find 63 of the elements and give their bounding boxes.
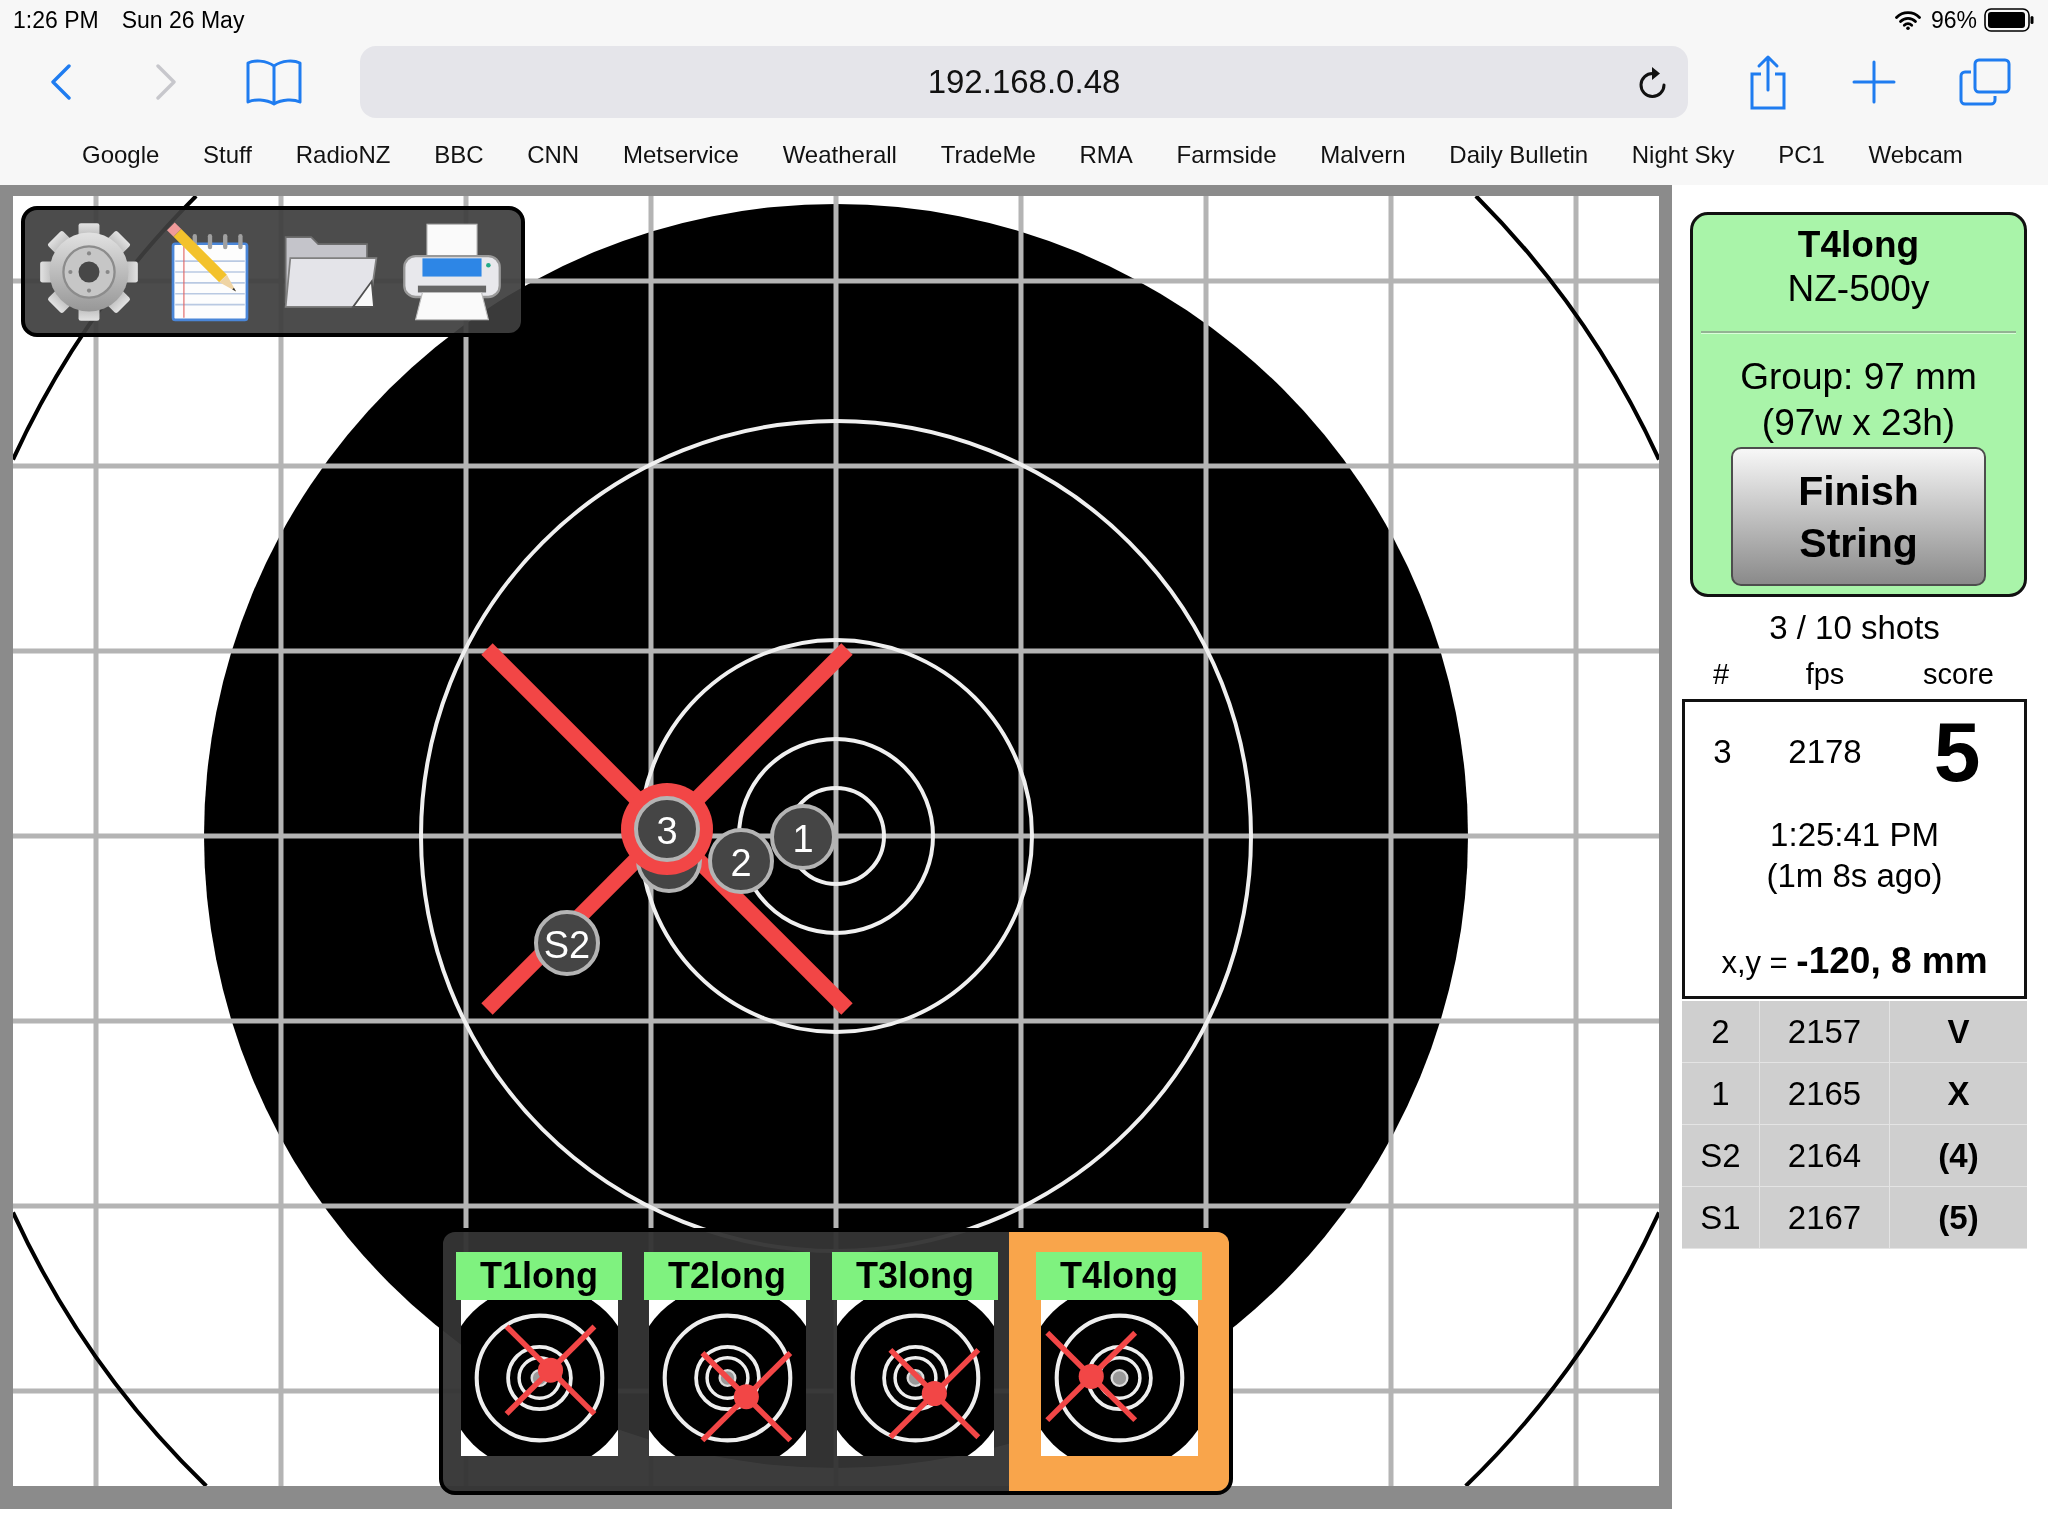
target-tab[interactable]: T4long	[1009, 1232, 1229, 1491]
printer-icon[interactable]	[402, 221, 502, 322]
book-icon[interactable]	[246, 58, 302, 106]
shot-score: 5	[1932, 707, 1982, 797]
bookmark-link[interactable]: RadioNZ	[295, 140, 391, 169]
shot-marker: 3	[621, 783, 713, 875]
gear-icon[interactable]	[39, 221, 139, 322]
shot-number: 3	[1712, 733, 1733, 771]
shot-fps: 2178	[1787, 733, 1863, 771]
target-tab[interactable]: T2long	[633, 1232, 821, 1491]
shot-position: x,y = -120, 8 mm	[1721, 939, 1988, 983]
table-cell: 1	[1682, 1063, 1760, 1124]
column-header: fps	[1804, 657, 1846, 692]
bookmark-link[interactable]: BBC	[434, 140, 484, 169]
bookmark-link[interactable]: Daily Bulletin	[1449, 140, 1589, 169]
table-cell: 2157	[1760, 1001, 1890, 1062]
bookmark-link[interactable]: PC1	[1778, 140, 1825, 169]
shot-age: (1m 8s ago)	[1766, 856, 1943, 896]
wifi-icon	[1894, 10, 1921, 30]
share-icon[interactable]	[1748, 54, 1788, 110]
address-field[interactable]: 192.168.0.48	[360, 46, 1688, 118]
table-cell-text: V	[1946, 1011, 1971, 1052]
column-header: score	[1922, 657, 1995, 692]
group-size: Group: 97 mm	[1740, 355, 1977, 399]
table-cell: S1	[1682, 1187, 1760, 1248]
bookmark-link[interactable]: Webcam	[1868, 140, 1963, 169]
bookmark-link[interactable]: Night Sky	[1631, 140, 1735, 169]
table-cell-text: X	[1946, 1073, 1971, 1114]
chevron-left-icon[interactable]	[50, 64, 72, 100]
table-cell-text: (4)	[1937, 1135, 1980, 1176]
bookmark-link[interactable]: RMA	[1079, 140, 1133, 169]
bookmark-link[interactable]: Google	[82, 140, 160, 169]
bookmark-link[interactable]: Stuff	[203, 140, 253, 169]
shot-marker: S2	[534, 910, 600, 976]
target-tab[interactable]: T1long	[445, 1232, 633, 1491]
bookmark-link[interactable]: Farmside	[1176, 140, 1277, 169]
status-date: Sun 26 May	[121, 6, 245, 34]
battery-icon	[1984, 8, 2034, 32]
group-dimensions: (97w x 23h)	[1761, 401, 1956, 445]
shot-time: 1:25:41 PM	[1770, 815, 1939, 855]
table-cell: 2164	[1760, 1125, 1890, 1186]
target-tab[interactable]: T3long	[821, 1232, 1009, 1491]
target-type: NZ-500y	[1787, 267, 1930, 311]
table-cell: 2167	[1760, 1187, 1890, 1248]
target-name: T4long	[1797, 223, 1920, 267]
tabs-icon[interactable]	[1959, 58, 2011, 106]
bookmark-link[interactable]: CNN	[527, 140, 580, 169]
table-cell: 2165	[1760, 1063, 1890, 1124]
bookmark-link[interactable]: Weatherall	[782, 140, 897, 169]
table-cell-text: (5)	[1937, 1197, 1980, 1238]
plus-icon[interactable]	[1852, 60, 1896, 104]
shot-marker: 2	[708, 828, 774, 894]
battery-percent: 96%	[1930, 6, 1977, 34]
table-cell: 2	[1682, 1001, 1760, 1062]
shot-count: 3 / 10 shots	[1768, 608, 1941, 648]
bookmark-link[interactable]: TradeMe	[940, 140, 1036, 169]
bookmark-link[interactable]: Malvern	[1320, 140, 1406, 169]
column-header: #	[1711, 657, 1731, 692]
table-cell: S2	[1682, 1125, 1760, 1186]
shot-marker: 1	[770, 804, 836, 870]
finish-string-button[interactable]: Finish String	[1731, 447, 1986, 586]
status-time: 1:26 PM	[13, 6, 99, 34]
bookmark-link[interactable]: Metservice	[622, 140, 739, 169]
